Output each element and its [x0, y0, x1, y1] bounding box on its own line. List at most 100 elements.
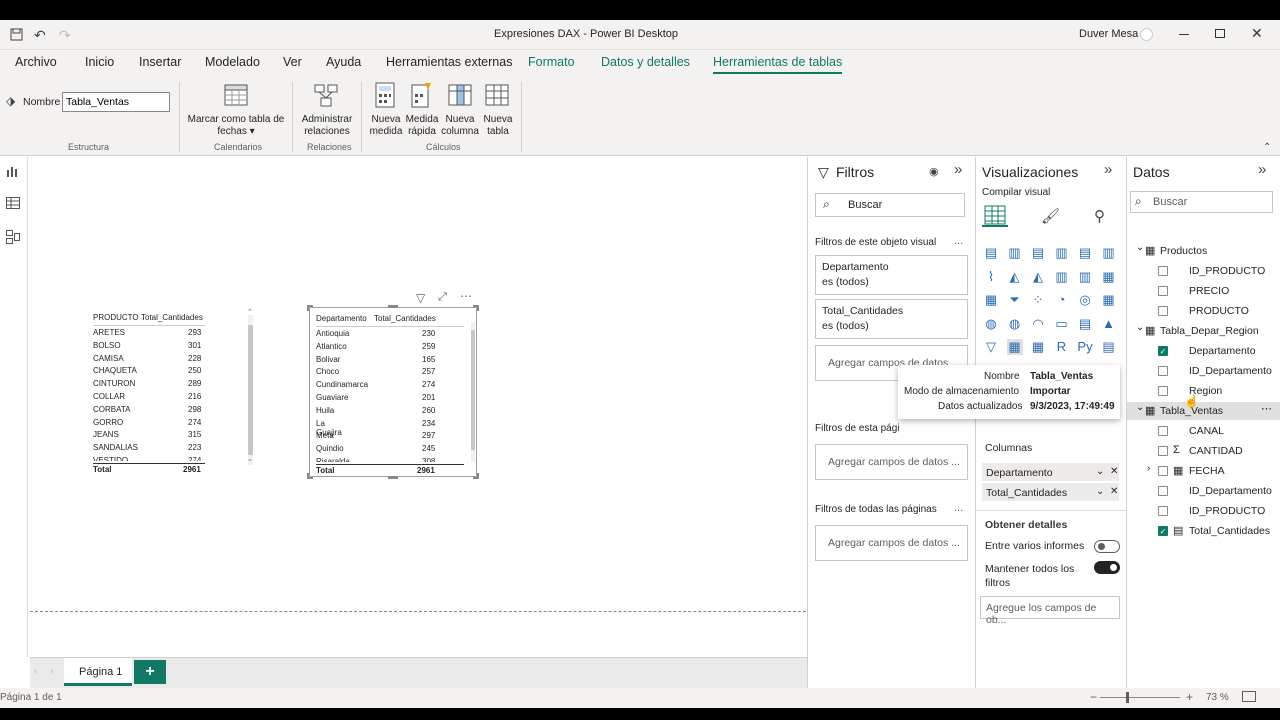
- resize-handle[interactable]: [307, 305, 313, 311]
- mark-date-table-button[interactable]: Marcar como tabla de fechas ▾: [185, 114, 287, 138]
- slicer-icon[interactable]: ▽: [983, 339, 999, 355]
- cross-report-toggle[interactable]: [1094, 540, 1120, 553]
- minimize-icon[interactable]: [1179, 34, 1189, 35]
- avatar[interactable]: [1140, 28, 1153, 41]
- add-all-pages-filter-drop[interactable]: Agregar campos de datos ...: [815, 525, 968, 561]
- checkbox[interactable]: [1158, 466, 1168, 476]
- clustered-column-icon[interactable]: ▥: [1054, 245, 1070, 261]
- map-icon[interactable]: ◍: [983, 316, 999, 332]
- tab-archivo[interactable]: Archivo: [15, 55, 57, 69]
- filled-map-icon[interactable]: ◍: [1007, 316, 1023, 332]
- table-node-tabla-ventas[interactable]: ⌄ ▦ Tabla_Ventas ⋯: [1127, 402, 1280, 420]
- new-table-button[interactable]: Nueva tabla: [478, 114, 518, 138]
- checkbox[interactable]: [1158, 506, 1168, 516]
- table-visual-departamentos[interactable]: Departamento Total_Cantidades Antioquia 2…: [307, 305, 479, 479]
- restore-icon[interactable]: [1215, 29, 1225, 38]
- checkbox[interactable]: [1158, 286, 1168, 296]
- resize-handle[interactable]: [388, 476, 398, 479]
- col-header-producto[interactable]: PRODUCTO: [93, 313, 139, 322]
- checkbox[interactable]: ✓: [1158, 346, 1168, 356]
- undo-icon[interactable]: ↶: [34, 27, 46, 44]
- table-name-input[interactable]: [62, 92, 170, 112]
- new-measure-button[interactable]: Nueva medida: [366, 114, 406, 138]
- field-node[interactable]: ✓ Departamento: [1127, 342, 1280, 360]
- new-column-button[interactable]: Nueva columna: [440, 114, 480, 138]
- r-visual-icon[interactable]: R: [1054, 339, 1070, 355]
- next-page-icon[interactable]: ›: [50, 666, 53, 677]
- remove-icon[interactable]: ✕: [1110, 486, 1118, 497]
- filter-icon[interactable]: ▽: [416, 291, 425, 305]
- more-options-icon[interactable]: ⋯: [460, 289, 472, 303]
- chevron-right-icon[interactable]: ›: [1147, 463, 1150, 474]
- fit-page-icon[interactable]: [1242, 691, 1256, 702]
- close-icon[interactable]: ✕: [1251, 25, 1263, 42]
- eye-icon[interactable]: ◉: [929, 165, 939, 178]
- field-node[interactable]: ID_PRODUCTO: [1127, 262, 1280, 280]
- field-node[interactable]: ID_Departamento: [1127, 482, 1280, 500]
- tab-insertar[interactable]: Insertar: [139, 55, 181, 69]
- report-view-icon[interactable]: [6, 165, 20, 180]
- column-well-total[interactable]: Total_Cantidades ⌄ ✕: [982, 483, 1119, 501]
- field-node[interactable]: ▦ › FECHA: [1127, 462, 1280, 480]
- pie-icon[interactable]: ◔: [1054, 292, 1070, 308]
- drill-through-drop[interactable]: Agregue los campos de ob...: [980, 596, 1120, 626]
- line-chart-icon[interactable]: ⌇: [983, 269, 999, 285]
- table-visual-productos[interactable]: PRODUCTO Total_Cantidades ARETES 293 BOLSO…: [90, 307, 254, 477]
- tab-datos-detalles[interactable]: Datos y detalles: [601, 55, 690, 69]
- tab-herramientas-tablas[interactable]: Herramientas de tablas: [713, 55, 843, 74]
- checkbox[interactable]: [1158, 486, 1168, 496]
- report-canvas[interactable]: PRODUCTO Total_Cantidades ARETES 293 BOLSO…: [30, 157, 806, 657]
- build-visual-tab[interactable]: [982, 203, 1008, 227]
- chevron-down-icon[interactable]: ⌄: [1096, 466, 1104, 477]
- prev-page-icon[interactable]: ‹: [34, 666, 37, 677]
- gauge-icon[interactable]: ◠: [1030, 316, 1046, 332]
- model-view-icon[interactable]: [6, 230, 20, 247]
- tab-formato[interactable]: Formato: [528, 55, 575, 69]
- checkbox[interactable]: ✓: [1158, 526, 1168, 536]
- tab-inicio[interactable]: Inicio: [85, 55, 114, 69]
- kpi-icon[interactable]: ▲: [1101, 316, 1117, 332]
- quick-measure-button[interactable]: Medida rápida: [401, 114, 443, 138]
- stacked-bar-icon[interactable]: ▤: [983, 245, 999, 261]
- table-icon[interactable]: ▦: [1006, 339, 1023, 355]
- analytics-icon[interactable]: ⚲: [1094, 207, 1105, 225]
- more-options-icon[interactable]: ...: [954, 502, 963, 514]
- area-chart-icon[interactable]: ◭: [1007, 269, 1023, 285]
- table-node-tabla-depar-region[interactable]: ⌄ ▦ Tabla_Depar_Region: [1127, 322, 1280, 340]
- tab-modelado[interactable]: Modelado: [205, 55, 260, 69]
- data-search-input[interactable]: ⌕ Buscar: [1130, 191, 1273, 213]
- field-node[interactable]: ID_Departamento: [1127, 362, 1280, 380]
- chevron-down-icon[interactable]: ⌄: [1136, 402, 1144, 413]
- resize-handle[interactable]: [473, 305, 479, 311]
- resize-handle[interactable]: [307, 473, 313, 479]
- tab-ayuda[interactable]: Ayuda: [326, 55, 361, 69]
- zoom-out-icon[interactable]: −: [1090, 690, 1097, 704]
- col-header-departamento[interactable]: Departamento: [316, 314, 367, 323]
- remove-icon[interactable]: ✕: [1110, 466, 1118, 477]
- 100-column-icon[interactable]: ▥: [1101, 245, 1117, 261]
- line-column-icon[interactable]: ▥: [1054, 269, 1070, 285]
- stacked-column-icon[interactable]: ▥: [1007, 245, 1023, 261]
- treemap-icon[interactable]: ▦: [1101, 292, 1117, 308]
- keep-filters-toggle[interactable]: [1094, 561, 1120, 574]
- ribbon-chart-icon[interactable]: ▦: [1101, 269, 1117, 285]
- table-view-icon[interactable]: [6, 197, 20, 212]
- waterfall-icon[interactable]: ▦: [983, 292, 999, 308]
- tab-herramientas-externas[interactable]: Herramientas externas: [386, 55, 512, 69]
- format-visual-icon[interactable]: 🖌: [1041, 207, 1060, 225]
- scroll-down-icon[interactable]: ⌄: [247, 455, 253, 463]
- smart-narrative-icon[interactable]: ▤: [1101, 339, 1117, 355]
- card-icon[interactable]: ▭: [1054, 316, 1070, 332]
- vertical-scrollbar[interactable]: [471, 322, 475, 462]
- resize-handle[interactable]: [388, 305, 398, 308]
- field-node[interactable]: Σ CANTIDAD: [1127, 442, 1280, 460]
- line-clustered-icon[interactable]: ▥: [1077, 269, 1093, 285]
- scroll-up-icon[interactable]: ⌃: [247, 308, 253, 316]
- column-well-departamento[interactable]: Departamento ⌄ ✕: [982, 463, 1119, 481]
- chevron-down-icon[interactable]: ⌄: [1096, 486, 1104, 497]
- collapse-pane-icon[interactable]: »: [1258, 161, 1266, 178]
- add-page-filter-drop[interactable]: Agregar campos de datos ...: [815, 444, 968, 480]
- checkbox[interactable]: [1158, 266, 1168, 276]
- scatter-icon[interactable]: ⁘: [1030, 292, 1046, 308]
- field-node[interactable]: ✓ ▤ Total_Cantidades: [1127, 522, 1280, 540]
